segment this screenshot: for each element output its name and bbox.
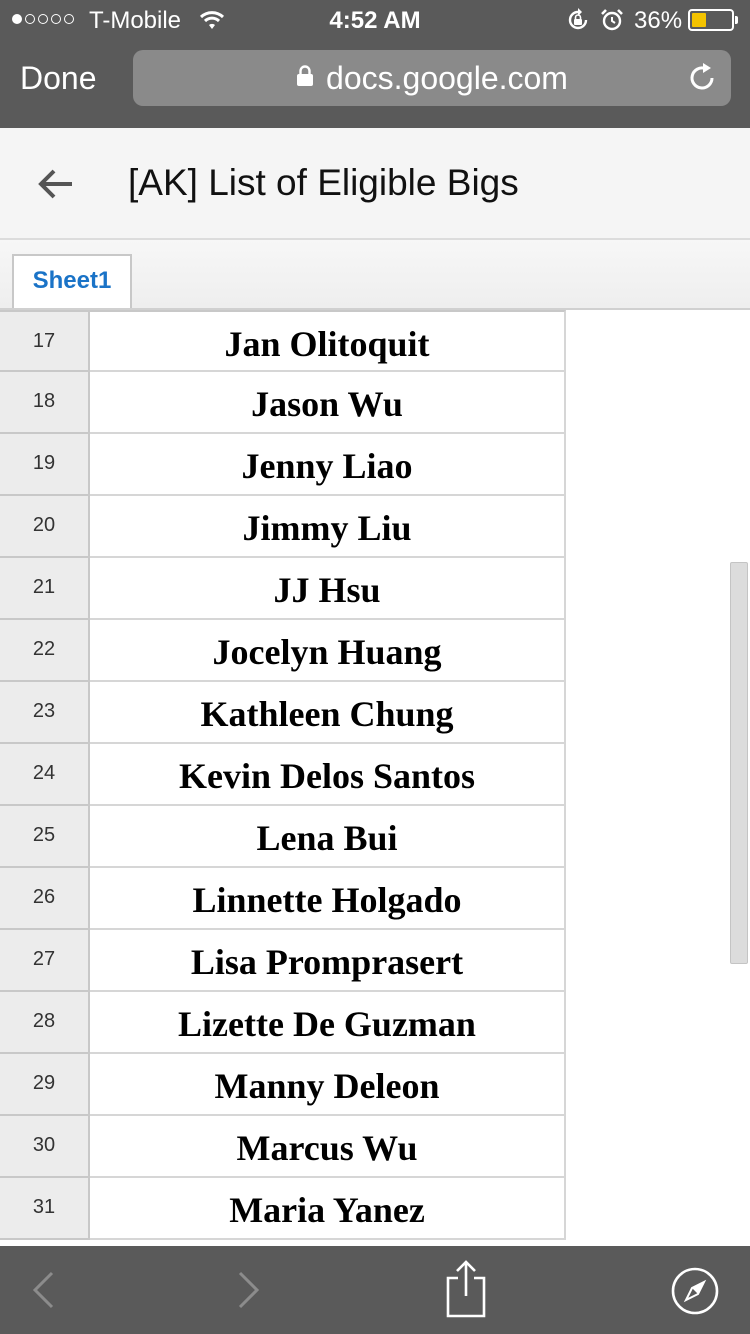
name-cell[interactable]: Jan Olitoquit [90,310,566,372]
row-number[interactable]: 26 [0,868,90,930]
row-number[interactable]: 23 [0,682,90,744]
name-cell[interactable]: Lisa Promprasert [90,930,566,992]
name-cell[interactable]: Lizette De Guzman [90,992,566,1054]
table-row: 19 Jenny Liao [0,434,566,496]
row-number[interactable]: 22 [0,620,90,682]
document-header: [AK] List of Eligible Bigs [0,128,750,240]
signal-dot [38,14,48,24]
name-cell[interactable]: Lena Bui [90,806,566,868]
signal-dot [12,14,22,24]
address-content: docs.google.com [133,50,731,106]
address-bar[interactable]: docs.google.com [133,50,731,106]
table-row: 26 Linnette Holgado [0,868,566,930]
table-row: 21 JJ Hsu [0,558,566,620]
table-row: 31 Maria Yanez [0,1178,566,1240]
row-number[interactable]: 31 [0,1178,90,1240]
name-cell[interactable]: Kathleen Chung [90,682,566,744]
battery-percent: 36% [634,7,683,34]
browser-toolbar [0,1246,750,1334]
spreadsheet-grid: 17 Jan Olitoquit 18 Jason Wu 19 Jenny Liao 20 J… [0,310,566,1240]
signal-dot [51,14,61,24]
row-number[interactable]: 25 [0,806,90,868]
safari-compass-icon[interactable] [670,1266,720,1321]
done-button[interactable]: Done [20,60,97,97]
rotation-lock-icon [566,8,590,39]
row-number[interactable]: 18 [0,372,90,434]
signal-dot [25,14,35,24]
name-cell[interactable]: Kevin Delos Santos [90,744,566,806]
tab-sheet1[interactable]: Sheet1 [12,254,132,308]
wifi-icon [199,9,225,38]
battery-nub [735,16,738,24]
row-number[interactable]: 27 [0,930,90,992]
back-arrow-icon[interactable] [36,166,76,207]
page-title: [AK] List of Eligible Bigs [128,162,519,203]
name-cell[interactable]: Jason Wu [90,372,566,434]
table-row: 22 Jocelyn Huang [0,620,566,682]
signal-dot [64,14,74,24]
table-row: 30 Marcus Wu [0,1116,566,1178]
table-row: 18 Jason Wu [0,372,566,434]
name-cell[interactable]: Linnette Holgado [90,868,566,930]
row-number[interactable]: 24 [0,744,90,806]
table-row: 29 Manny Deleon [0,1054,566,1116]
name-cell[interactable]: JJ Hsu [90,558,566,620]
name-cell[interactable]: Jimmy Liu [90,496,566,558]
table-row: 23 Kathleen Chung [0,682,566,744]
row-number[interactable]: 28 [0,992,90,1054]
row-number[interactable]: 21 [0,558,90,620]
name-cell[interactable]: Jenny Liao [90,434,566,496]
sheet-tab-strip: Sheet1 [0,240,750,310]
table-row: 20 Jimmy Liu [0,496,566,558]
lock-icon [296,64,314,92]
alarm-icon [600,8,624,39]
app-root: T-Mobile 4:52 AM 36% Done docs.google.co… [0,0,750,1334]
name-cell[interactable]: Jocelyn Huang [90,620,566,682]
name-cell[interactable]: Maria Yanez [90,1178,566,1240]
status-bar: T-Mobile 4:52 AM 36% [0,0,750,40]
browser-nav-bar: Done docs.google.com [0,40,750,128]
signal-strength-icon [12,14,74,24]
table-row: 24 Kevin Delos Santos [0,744,566,806]
row-number[interactable]: 17 [0,310,90,372]
battery-icon [688,9,738,31]
share-icon[interactable] [444,1260,488,1323]
battery-level [692,13,706,27]
row-number[interactable]: 19 [0,434,90,496]
table-row: 27 Lisa Promprasert [0,930,566,992]
back-chevron-icon[interactable] [30,1270,58,1315]
table-row: 17 Jan Olitoquit [0,310,566,372]
row-number[interactable]: 20 [0,496,90,558]
name-cell[interactable]: Manny Deleon [90,1054,566,1116]
vertical-scrollbar[interactable] [730,562,748,964]
table-row: 25 Lena Bui [0,806,566,868]
row-number[interactable]: 29 [0,1054,90,1116]
url-text: docs.google.com [326,59,568,96]
table-row: 28 Lizette De Guzman [0,992,566,1054]
forward-chevron-icon[interactable] [234,1270,262,1315]
reload-icon[interactable] [687,63,717,98]
row-number[interactable]: 30 [0,1116,90,1178]
carrier-name: T-Mobile [89,7,182,34]
name-cell[interactable]: Marcus Wu [90,1116,566,1178]
